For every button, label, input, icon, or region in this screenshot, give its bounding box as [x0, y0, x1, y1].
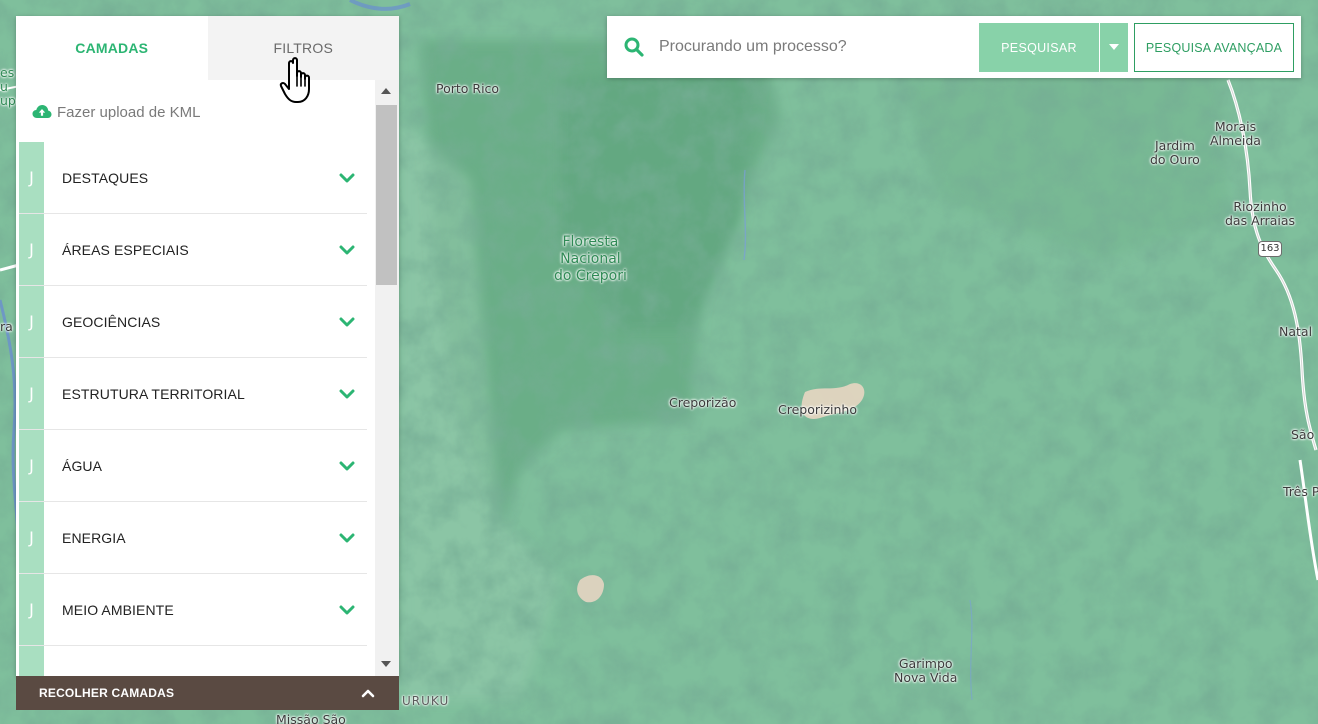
upload-kml-label: Fazer upload de KML [57, 103, 201, 121]
chevron-down-icon[interactable] [327, 502, 367, 573]
layer-item-destaques[interactable]: J DESTAQUES [19, 142, 367, 214]
search-input[interactable] [659, 31, 974, 63]
upload-kml-link[interactable]: Fazer upload de KML [32, 100, 200, 124]
layer-label: ÁREAS ESPECIAIS [62, 241, 189, 258]
chevron-down-icon[interactable] [327, 574, 367, 645]
map-label-jardim-do-ouro: Jardim do Ouro [1150, 138, 1200, 167]
layer-label: ENERGIA [62, 529, 126, 546]
process-search-bar: PESQUISAR PESQUISA AVANÇADA [607, 16, 1301, 78]
layer-item-meio-ambiente[interactable]: J MEIO AMBIENTE [19, 574, 367, 646]
map-label-left-edge: es u up [0, 65, 16, 108]
layer-item-areas-especiais[interactable]: J ÁREAS ESPECIAIS [19, 214, 367, 286]
map-label-missao-sao: Missão São [276, 712, 346, 724]
collapse-layers-label: RECOLHER CAMADAS [39, 686, 175, 700]
layer-label: MEIO AMBIENTE [62, 601, 174, 618]
chevron-up-icon [361, 689, 375, 698]
collapse-layers-button[interactable]: RECOLHER CAMADAS [16, 676, 399, 710]
drag-handle-icon[interactable]: J [19, 430, 44, 501]
layer-list: J DESTAQUES J ÁREAS ESPECIAIS J GEOCIÊNC… [19, 142, 367, 677]
cloud-upload-icon [32, 105, 52, 118]
layer-item-partial[interactable] [19, 646, 367, 677]
map-label-porto-rico: Porto Rico [436, 81, 500, 96]
drag-handle-icon[interactable]: J [19, 214, 44, 285]
drag-handle-icon[interactable]: J [19, 142, 44, 213]
scroll-down-icon[interactable] [381, 661, 391, 667]
tab-camadas[interactable]: CAMADAS [16, 16, 208, 80]
caret-down-icon [1109, 44, 1119, 50]
search-button[interactable]: PESQUISAR [979, 23, 1099, 72]
hand-pointer-icon [279, 57, 310, 103]
layer-label [44, 646, 327, 677]
drag-handle-icon[interactable]: J [19, 574, 44, 645]
panel-tabs: CAMADAS FILTROS [16, 16, 399, 80]
panel-body: Fazer upload de KML J DESTAQUES J ÁREAS … [16, 80, 399, 677]
route-shield-163: 163 [1258, 241, 1282, 257]
scroll-up-icon[interactable] [381, 88, 391, 94]
scroll-thumb[interactable] [376, 105, 397, 285]
layer-item-agua[interactable]: J ÁGUA [19, 430, 367, 502]
layer-item-energia[interactable]: J ENERGIA [19, 502, 367, 574]
layer-item-estrutura-territorial[interactable]: J ESTRUTURA TERRITORIAL [19, 358, 367, 430]
chevron-down-icon[interactable] [327, 430, 367, 501]
layer-label: ÁGUA [62, 457, 103, 474]
layer-label: ESTRUTURA TERRITORIAL [62, 385, 245, 402]
map-label-garimpo-nova-vida: Garimpo Nova Vida [894, 656, 958, 685]
layer-label: DESTAQUES [62, 169, 149, 186]
layer-item-geociencias[interactable]: J GEOCIÊNCIAS [19, 286, 367, 358]
map-label-creporizinho: Creporizinho [778, 402, 858, 417]
chevron-down-icon[interactable] [327, 646, 367, 677]
layers-panel: CAMADAS FILTROS Fazer upload de KML J DE… [16, 16, 399, 677]
layer-label: GEOCIÊNCIAS [62, 313, 161, 330]
search-options-dropdown[interactable] [1100, 23, 1128, 72]
advanced-search-button[interactable]: PESQUISA AVANÇADA [1134, 23, 1294, 72]
map-label-floresta-nacional: Floresta Nacional do Crepori [554, 234, 627, 284]
search-icon [624, 37, 644, 57]
drag-handle-icon[interactable]: J [19, 358, 44, 429]
map-label-sao: São [1291, 427, 1315, 442]
chevron-down-icon[interactable] [327, 286, 367, 357]
drag-handle-icon[interactable] [19, 646, 44, 677]
map-label-morais-almeida: Morais Almeida [1210, 119, 1261, 148]
map-label-uruku: URUKU [402, 694, 450, 708]
panel-scrollbar[interactable] [375, 80, 399, 677]
map-label-tres: Três P [1283, 484, 1318, 499]
chevron-down-icon[interactable] [327, 142, 367, 213]
chevron-down-icon[interactable] [327, 214, 367, 285]
chevron-down-icon[interactable] [327, 358, 367, 429]
map-label-left-edge-ra: ra [0, 319, 13, 334]
map-label-natal: Natal [1279, 324, 1313, 339]
drag-handle-icon[interactable]: J [19, 502, 44, 573]
drag-handle-icon[interactable]: J [19, 286, 44, 357]
map-label-creporizao: Creporizão [669, 395, 737, 410]
map-label-riozinho-das-arraias: Riozinho das Arraias [1225, 199, 1295, 228]
